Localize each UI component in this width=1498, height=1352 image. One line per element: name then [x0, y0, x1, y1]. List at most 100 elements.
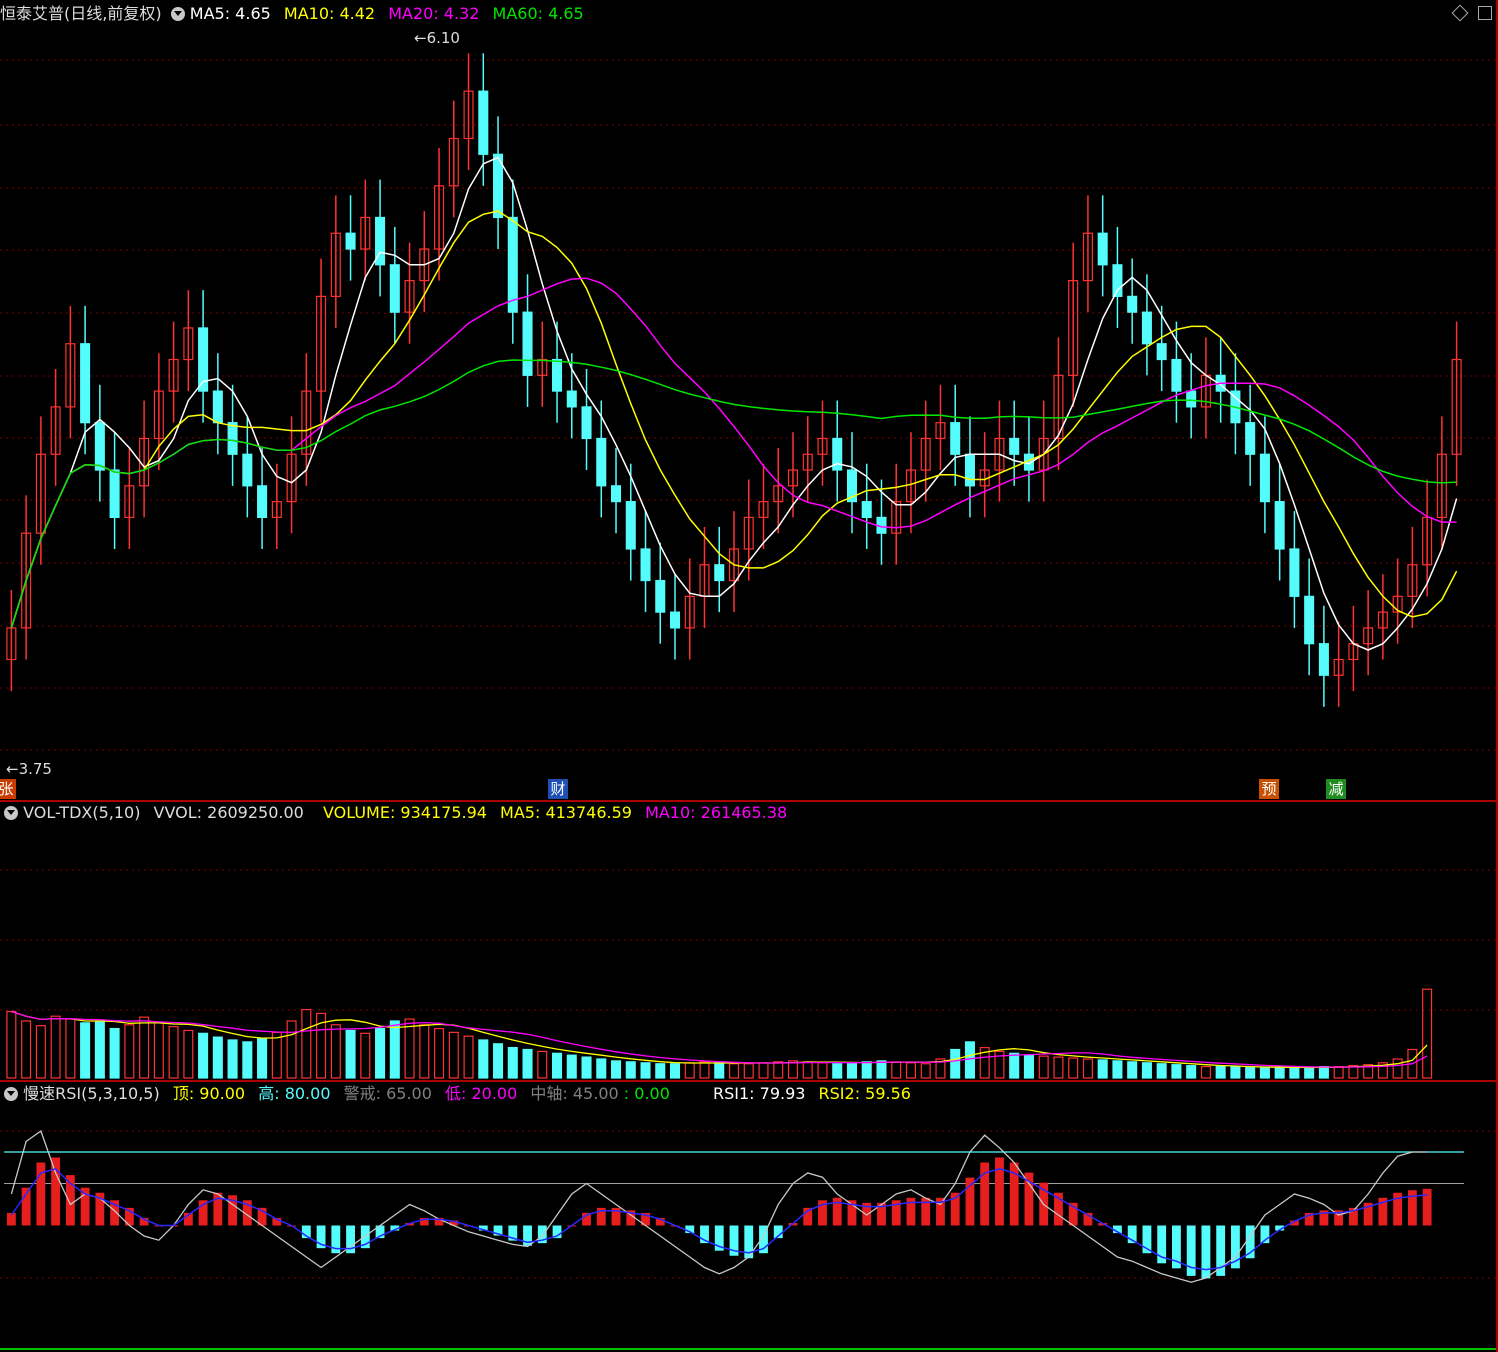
- volume-bar-down: [1289, 1066, 1300, 1079]
- volume-bar-down: [846, 1062, 858, 1079]
- candle-up: [404, 242, 415, 344]
- candle-up: [301, 353, 312, 486]
- volume-bar-down: [478, 1039, 489, 1079]
- volume-bar-up: [271, 1031, 282, 1079]
- volume-bar-down: [212, 1036, 223, 1079]
- candlestick-series: [6, 53, 1462, 707]
- candle-down: [832, 400, 843, 502]
- candle-up: [6, 590, 17, 692]
- candle-body: [861, 501, 872, 519]
- volume-bar-down: [227, 1039, 238, 1079]
- volume-bar-up: [463, 1035, 474, 1079]
- candle-down: [257, 447, 268, 549]
- volume-bar-down: [714, 1062, 725, 1079]
- candle-down: [345, 195, 356, 281]
- candle-up: [360, 179, 371, 281]
- stock-title[interactable]: 恒泰艾普(日线,前复权): [0, 4, 162, 23]
- candle-up: [935, 384, 946, 471]
- rsi-panel-header: 慢速RSI(5,3,10,5) 顶: 90.00 高: 80.00 警戒: 65…: [0, 1082, 911, 1106]
- volume-bar-down: [242, 1041, 253, 1079]
- main-panel-header: 恒泰艾普(日线,前复权) MA5: 4.65 MA10: 4.42 MA20: …: [0, 2, 584, 26]
- candle-body: [566, 390, 577, 408]
- arrow-left-icon: ←: [6, 760, 19, 778]
- candle-up: [979, 432, 990, 518]
- volume-bar-up: [773, 1061, 784, 1079]
- candle-down: [1156, 305, 1167, 392]
- volume-bar-up: [404, 1018, 415, 1079]
- candle-body: [227, 422, 238, 455]
- candle-body: [1141, 311, 1152, 345]
- candle-up: [1422, 479, 1433, 597]
- volume-bar-down: [1215, 1065, 1226, 1079]
- candle-up: [699, 526, 710, 628]
- marker-yu[interactable]: 预: [1259, 779, 1279, 799]
- rsi-axis-level: 中轴: 45.00: [530, 1084, 619, 1103]
- volume-bar-up: [905, 1062, 916, 1079]
- volume-bar-down: [389, 1020, 400, 1079]
- chevron-down-icon[interactable]: [4, 1087, 18, 1101]
- volume-panel-header: VOL-TDX(5,10) VVOL: 2609250.00 VOLUME: 9…: [0, 801, 787, 825]
- marker-cai[interactable]: 财: [548, 779, 568, 799]
- candle-down: [552, 321, 563, 423]
- volume-bar-down: [552, 1052, 563, 1079]
- volume-bar-up: [434, 1027, 445, 1079]
- marker-jian[interactable]: 减: [1326, 779, 1346, 799]
- volume-bar-down: [861, 1061, 872, 1079]
- rsi-bar-negative: [1201, 1225, 1211, 1279]
- rsi-bar-positive: [1422, 1188, 1432, 1226]
- candle-down: [94, 384, 105, 502]
- candle-down: [375, 179, 386, 297]
- volume-bar-up: [124, 1024, 135, 1079]
- candle-up: [35, 416, 46, 565]
- ma20-value: MA20: 4.32: [388, 4, 480, 23]
- chevron-down-icon[interactable]: [170, 7, 185, 21]
- volume-bar-down: [876, 1060, 887, 1079]
- candle-down: [1230, 353, 1241, 455]
- candle-down: [1304, 558, 1315, 676]
- volume-bar-up: [1038, 1055, 1049, 1079]
- chart-frame: [0, 0, 1498, 1352]
- volume-bar-down: [625, 1061, 636, 1079]
- candle-body: [1318, 643, 1329, 676]
- candle-up: [1348, 605, 1359, 692]
- candle-body: [964, 453, 975, 487]
- volume-bar-down: [1259, 1066, 1270, 1079]
- candle-up: [1451, 321, 1462, 486]
- volume-series: [6, 988, 1433, 1079]
- rsi-indicator-name[interactable]: 慢速RSI(5,3,10,5): [23, 1084, 160, 1103]
- candle-up: [168, 321, 179, 423]
- volume-ma10-line: [11, 1010, 1428, 1068]
- candle-down: [1274, 463, 1285, 581]
- candle-body: [522, 311, 533, 376]
- vol-indicator-name[interactable]: VOL-TDX(5,10): [23, 803, 140, 822]
- rsi-bar-positive: [51, 1157, 61, 1226]
- square-icon[interactable]: [1478, 6, 1492, 20]
- low-price-label: ←3.75: [6, 760, 52, 778]
- volume-bar-up: [183, 1029, 194, 1079]
- rsi-top-level: 顶: 90.00: [172, 1084, 246, 1103]
- volume-bar-up: [139, 1016, 150, 1079]
- marker-zhang[interactable]: 张: [0, 779, 16, 799]
- candle-down: [1245, 384, 1256, 486]
- candle-up: [124, 447, 135, 549]
- candle-body: [1186, 390, 1197, 408]
- volume-bar-up: [1392, 1058, 1403, 1079]
- volume-bar-down: [1274, 1066, 1285, 1079]
- rsi-warn-level: 警戒: 65.00: [343, 1084, 432, 1103]
- candle-body: [212, 390, 223, 424]
- candle-body: [1274, 501, 1285, 550]
- volume-bar-up: [1333, 1065, 1344, 1079]
- candle-up: [1363, 590, 1374, 676]
- candle-up: [330, 195, 341, 328]
- candle-up: [448, 100, 459, 218]
- volume-bar-down: [522, 1048, 533, 1079]
- candle-body: [507, 216, 518, 313]
- candle-down: [507, 179, 518, 344]
- ma60-value: MA60: 4.65: [492, 4, 584, 23]
- volume-bar-down: [375, 1027, 386, 1079]
- candle-down: [1215, 337, 1226, 423]
- candle-body: [478, 90, 489, 155]
- candle-body: [581, 406, 592, 440]
- chevron-down-icon[interactable]: [4, 806, 18, 820]
- candle-body: [242, 453, 253, 487]
